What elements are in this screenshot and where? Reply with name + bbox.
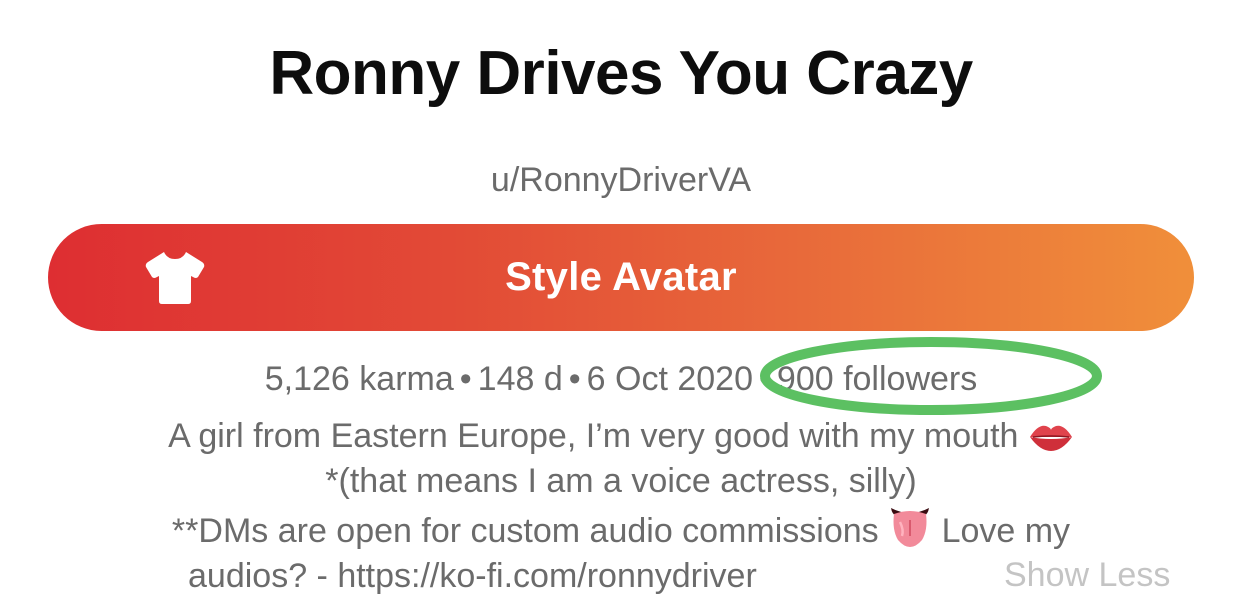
- style-avatar-button[interactable]: Style Avatar: [48, 224, 1194, 331]
- profile-username[interactable]: u/RonnyDriverVA: [0, 158, 1242, 202]
- followers-count[interactable]: 900 followers: [777, 360, 977, 398]
- bio-line: *(that means I am a voice actress, silly…: [325, 462, 917, 500]
- lips-emoji-icon: [1029, 425, 1072, 451]
- karma-count: 5,126 karma: [264, 360, 454, 398]
- bio-line: A girl from Eastern Europe, I’m very goo…: [60, 414, 1182, 459]
- show-less-button[interactable]: Show Less: [1004, 553, 1170, 597]
- separator-dot: •: [759, 360, 771, 398]
- profile-display-name: Ronny Drives You Crazy: [269, 39, 973, 108]
- bio-text: A girl from Eastern Europe, I’m very goo…: [168, 417, 1019, 455]
- separator-dot: •: [568, 360, 581, 398]
- separator-dot: •: [459, 360, 472, 398]
- bio-line: **DMs are open for custom audio commissi…: [60, 504, 1182, 554]
- profile-stats: 5,126 karma • 148 d • 6 Oct 2020 • 900 followe…: [0, 356, 1242, 402]
- bio-text: **DMs are open for custom audio commissi…: [171, 512, 879, 550]
- tongue-emoji-icon: [891, 508, 930, 547]
- style-avatar-label: Style Avatar: [505, 255, 737, 299]
- cake-day-date: 6 Oct 2020: [586, 360, 753, 398]
- bio-text: Love my: [941, 512, 1071, 550]
- account-age: 148 d: [477, 360, 563, 398]
